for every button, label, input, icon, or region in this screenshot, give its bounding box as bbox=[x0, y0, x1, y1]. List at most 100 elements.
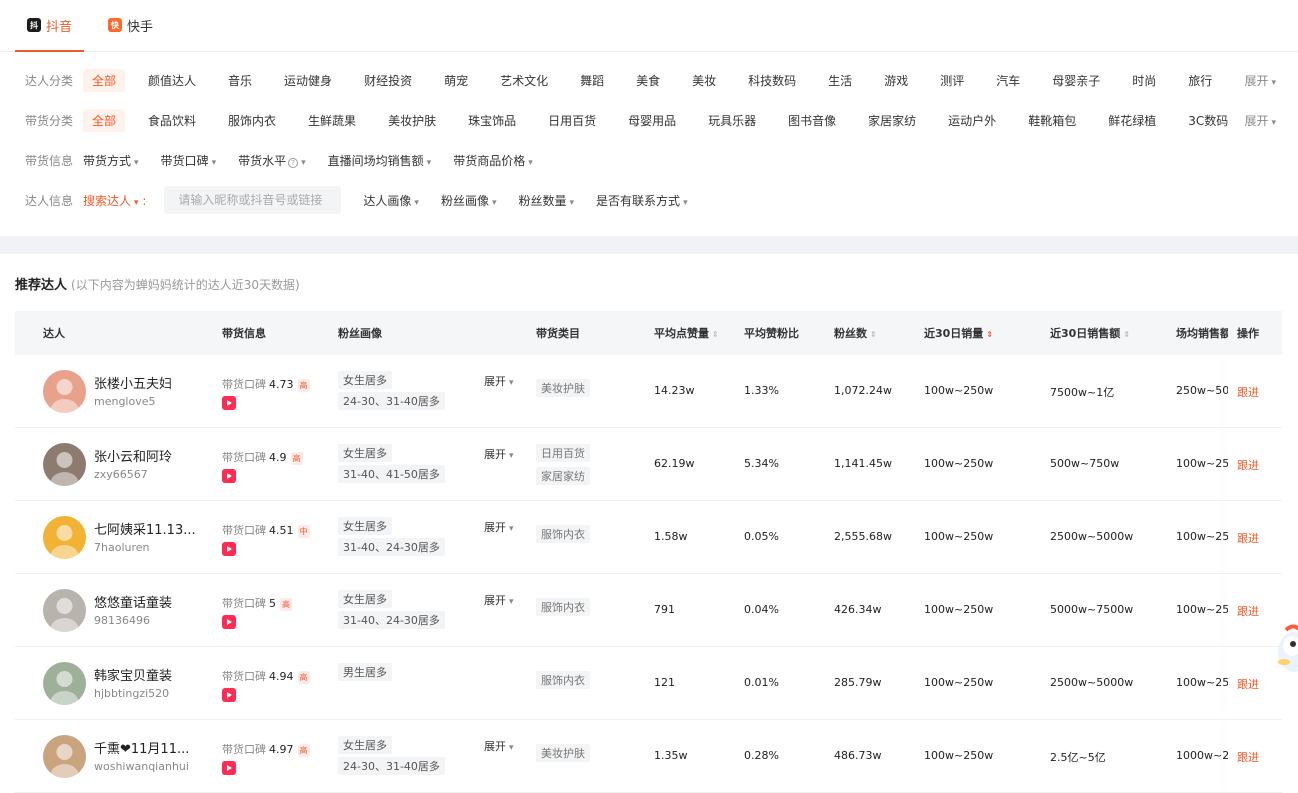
filter-chip[interactable]: 美食 bbox=[627, 69, 669, 92]
avg-like-fan-ratio: 5.34% bbox=[744, 457, 779, 470]
filter-chip[interactable]: 萌宠 bbox=[435, 69, 477, 92]
dropdown-fans-count[interactable]: 粉丝数量 ▾ bbox=[519, 192, 575, 209]
filter-chip[interactable]: 母婴用品 bbox=[619, 109, 685, 132]
filter-chip[interactable]: 3C数码 bbox=[1179, 109, 1237, 132]
fans-expand-button[interactable]: 展开 ▾ bbox=[484, 738, 514, 754]
fans-tag: 女生居多 bbox=[338, 736, 392, 754]
filter-chip[interactable]: 科技数码 bbox=[739, 69, 805, 92]
avatar[interactable] bbox=[43, 443, 86, 486]
talent-nickname[interactable]: 张楼小五夫妇 bbox=[94, 373, 172, 392]
talent-nickname[interactable]: 韩家宝贝童装 bbox=[94, 665, 172, 684]
filter-chip[interactable]: 音乐 bbox=[219, 69, 261, 92]
filter-chip[interactable]: 生活 bbox=[819, 69, 861, 92]
avatar[interactable] bbox=[43, 370, 86, 413]
filter-chip[interactable]: 财经投资 bbox=[355, 69, 421, 92]
filter-chip[interactable]: 运动户外 bbox=[939, 109, 1005, 132]
filter-chip[interactable]: 舞蹈 bbox=[571, 69, 613, 92]
fans-tag: 女生居多 bbox=[338, 371, 392, 389]
dropdown-talent-profile[interactable]: 达人画像 ▾ bbox=[363, 192, 419, 209]
filter-chip[interactable]: 运动健身 bbox=[275, 69, 341, 92]
filter-chip[interactable]: 全部 bbox=[83, 108, 126, 132]
filter-chip[interactable]: 测评 bbox=[931, 69, 973, 92]
filter-chip[interactable]: 日用百货 bbox=[539, 109, 605, 132]
filter-chip[interactable]: 游戏 bbox=[875, 69, 917, 92]
talent-nickname[interactable]: 千熏❤11月11... bbox=[94, 738, 189, 757]
follow-button[interactable]: 跟进 bbox=[1237, 676, 1259, 692]
reputation: 带货口碑 4.94 高 bbox=[222, 668, 310, 684]
follow-button[interactable]: 跟进 bbox=[1237, 530, 1259, 546]
fans-expand-button[interactable]: 展开 ▾ bbox=[484, 446, 514, 462]
filter-chip[interactable]: 全部 bbox=[83, 68, 126, 92]
col-avg-likes[interactable]: 平均点赞量 ⇕ bbox=[654, 325, 719, 341]
filter-chip[interactable]: 生鲜蔬果 bbox=[299, 109, 365, 132]
filter-chip[interactable]: 食品饮料 bbox=[139, 109, 205, 132]
dropdown-label: 粉丝数量 bbox=[518, 193, 567, 208]
filter-chip[interactable]: 母婴亲子 bbox=[1043, 69, 1109, 92]
filter-chip[interactable]: 珠宝饰品 bbox=[459, 109, 525, 132]
follow-button[interactable]: 跟进 bbox=[1237, 603, 1259, 619]
avatar[interactable] bbox=[43, 662, 86, 705]
sort-icon: ⇕ bbox=[712, 330, 719, 339]
avatar[interactable] bbox=[43, 589, 86, 632]
dropdown-live-avg-sales[interactable]: 直播间场均销售额 ▾ bbox=[328, 152, 432, 169]
tab-kuaishou[interactable]: 快 快手 bbox=[96, 0, 165, 51]
filter-chip[interactable]: 艺术文化 bbox=[491, 69, 557, 92]
filter-chip[interactable]: 时尚 bbox=[1123, 69, 1165, 92]
filter-chip[interactable]: 鲜花绿植 bbox=[1099, 109, 1165, 132]
expand-goods-category[interactable]: 展开 ▾ bbox=[1244, 112, 1276, 129]
fans-expand-button[interactable]: 展开 ▾ bbox=[484, 519, 514, 535]
sales-amount-30d: 500w~750w bbox=[1050, 457, 1120, 470]
fans-expand-button[interactable]: 展开 ▾ bbox=[484, 373, 514, 389]
col-fans[interactable]: 粉丝数 ⇕ bbox=[834, 325, 877, 341]
filter-label: 达人分类 bbox=[25, 73, 74, 88]
fans-tag: 女生居多 bbox=[338, 444, 392, 462]
fans-tag: 31-40、24-30居多 bbox=[338, 611, 445, 629]
filter-chip[interactable]: 汽车 bbox=[987, 69, 1029, 92]
filter-chip[interactable]: 鞋靴箱包 bbox=[1019, 109, 1085, 132]
dropdown-goods-method[interactable]: 带货方式 ▾ bbox=[83, 152, 139, 169]
fans-expand-button[interactable]: 展开 ▾ bbox=[484, 592, 514, 608]
filter-chip[interactable]: 美妆护肤 bbox=[379, 109, 445, 132]
filter-chip[interactable]: 家居家纺 bbox=[859, 109, 925, 132]
expand-label: 展开 bbox=[484, 521, 506, 534]
tab-douyin[interactable]: 抖 抖音 bbox=[15, 0, 85, 52]
dropdown-goods-price[interactable]: 带货商品价格 ▾ bbox=[453, 152, 533, 169]
expand-talent-category[interactable]: 展开 ▾ bbox=[1244, 72, 1276, 89]
reputation-level-badge: 高 bbox=[297, 671, 310, 684]
avg-likes: 1.35w bbox=[654, 749, 688, 762]
col-sales-amount-30d[interactable]: 近30日销售额 ⇕ bbox=[1050, 325, 1130, 341]
sticky-column-shadow bbox=[1227, 355, 1228, 427]
follow-button[interactable]: 跟进 bbox=[1237, 384, 1259, 400]
fans-profile: 女生居多 31-40、24-30居多 bbox=[338, 517, 445, 559]
filter-chip[interactable]: 旅行 bbox=[1179, 69, 1221, 92]
dropdown-goods-reputation[interactable]: 带货口碑 ▾ bbox=[161, 152, 217, 169]
talent-nickname[interactable]: 悠悠童话童装 bbox=[94, 592, 172, 611]
reputation-score: 4.97 bbox=[269, 743, 294, 756]
filter-chip[interactable]: 服饰内衣 bbox=[219, 109, 285, 132]
filter-chip[interactable]: 图书音像 bbox=[779, 109, 845, 132]
avg-session-sales: 100w~250w bbox=[1176, 676, 1228, 689]
follow-button[interactable]: 跟进 bbox=[1237, 457, 1259, 473]
category-tag: 日用百货 bbox=[536, 444, 590, 462]
avatar[interactable] bbox=[43, 516, 86, 559]
search-input[interactable] bbox=[164, 186, 342, 214]
dropdown-goods-level[interactable]: 带货水平? ▾ bbox=[238, 152, 306, 169]
chevron-down-icon: ▾ bbox=[491, 197, 497, 208]
sales-amount-30d: 5000w~7500w bbox=[1050, 603, 1134, 616]
dropdown-fans-profile[interactable]: 粉丝画像 ▾ bbox=[441, 192, 497, 209]
dropdown-has-contact[interactable]: 是否有联系方式 ▾ bbox=[596, 192, 688, 209]
avg-session-sales: 100w~250w bbox=[1176, 603, 1228, 616]
col-sales-30d[interactable]: 近30日销量 ⇕ bbox=[924, 325, 993, 341]
filter-chip[interactable]: 颜值达人 bbox=[139, 69, 205, 92]
avatar[interactable] bbox=[43, 735, 86, 778]
follow-button[interactable]: 跟进 bbox=[1237, 749, 1259, 765]
talent-nickname[interactable]: 七阿姨采11.13... bbox=[94, 519, 196, 538]
talent-uid: menglove5 bbox=[94, 395, 156, 408]
talent-nickname[interactable]: 张小云和阿玲 bbox=[94, 446, 172, 465]
filter-chip[interactable]: 玩具乐器 bbox=[699, 109, 765, 132]
search-type-dropdown[interactable]: 搜索达人 ▾ : bbox=[83, 192, 146, 209]
mascot-icon[interactable] bbox=[1272, 622, 1298, 674]
reputation-label: 带货口碑 bbox=[222, 451, 266, 464]
reputation-label: 带货口碑 bbox=[222, 378, 266, 391]
filter-chip[interactable]: 美妆 bbox=[683, 69, 725, 92]
